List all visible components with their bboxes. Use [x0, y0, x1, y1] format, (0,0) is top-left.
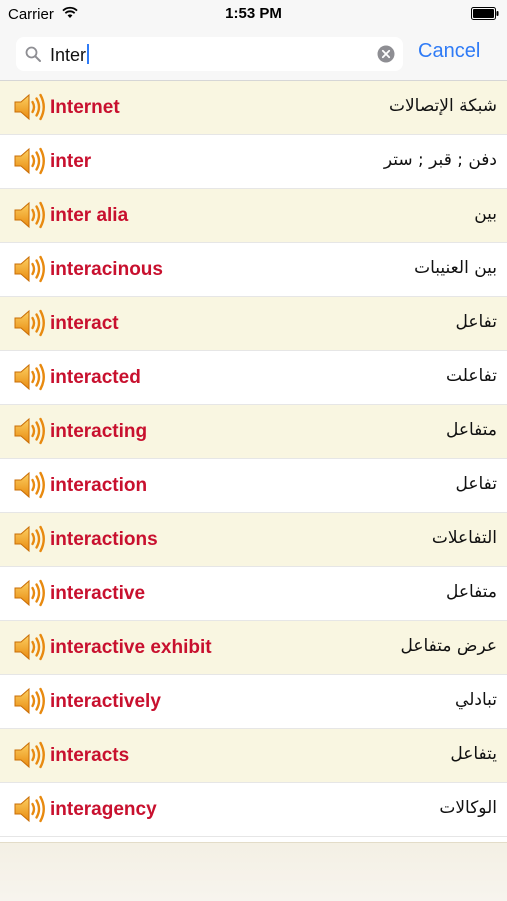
speaker-icon[interactable]: [13, 470, 47, 505]
speaker-icon[interactable]: [13, 308, 47, 343]
clear-icon[interactable]: [377, 45, 395, 68]
entry-word: interacinous: [50, 259, 163, 280]
battery-icon: [471, 7, 499, 24]
status-time: 1:53 PM: [225, 5, 282, 22]
entry-word: Internet: [50, 97, 120, 118]
speaker-icon[interactable]: [13, 740, 47, 775]
speaker-icon[interactable]: [13, 92, 47, 127]
speaker-icon[interactable]: [13, 416, 47, 451]
list-item[interactable]: interacted تفاعلت: [0, 351, 507, 405]
speaker-icon[interactable]: [13, 686, 47, 721]
list-item[interactable]: interactions التفاعلات: [0, 513, 507, 567]
speaker-icon[interactable]: [13, 146, 47, 181]
entry-word: inter alia: [50, 205, 129, 226]
search-bar: Inter Cancel: [0, 28, 507, 81]
list-item[interactable]: inter alia بين: [0, 189, 507, 243]
results-list: Internet شبكة الإتصالات inter دفن ; قبر …: [0, 81, 507, 837]
list-item[interactable]: Internet شبكة الإتصالات: [0, 81, 507, 135]
speaker-icon[interactable]: [13, 200, 47, 235]
entry-translation: يتفاعل: [450, 744, 497, 764]
entry-translation: متفاعل: [445, 420, 497, 440]
entry-translation: دفن ; قبر ; ستر: [383, 150, 497, 170]
list-item[interactable]: interacinous بين العنيبات: [0, 243, 507, 297]
entry-word: interagency: [50, 799, 157, 820]
entry-word: interacted: [50, 367, 141, 388]
list-item[interactable]: interaction تفاعل: [0, 459, 507, 513]
entry-translation: تفاعلت: [446, 366, 497, 386]
entry-word: interact: [50, 313, 119, 334]
entry-translation: تفاعل: [455, 312, 497, 332]
text-caret: [87, 44, 90, 64]
list-item[interactable]: interactive exhibit عرض متفاعل: [0, 621, 507, 675]
speaker-icon[interactable]: [13, 524, 47, 559]
entry-translation: تفاعل: [455, 474, 497, 494]
entry-translation: بين العنيبات: [414, 258, 497, 278]
list-item[interactable]: inter دفن ; قبر ; ستر: [0, 135, 507, 189]
entry-word: interactive: [50, 583, 146, 604]
entry-word: interactively: [50, 691, 161, 712]
entry-translation: الوكالات: [439, 798, 497, 818]
speaker-icon[interactable]: [13, 632, 47, 667]
entry-translation: شبكة الإتصالات: [388, 96, 497, 116]
list-item[interactable]: interagency الوكالات: [0, 783, 507, 837]
search-query-text: Inter: [50, 45, 87, 65]
status-bar: Carrier 1:53 PM: [0, 0, 507, 28]
list-item[interactable]: interact تفاعل: [0, 297, 507, 351]
search-input[interactable]: Inter: [16, 37, 403, 71]
list-item[interactable]: interactive متفاعل: [0, 567, 507, 621]
entry-translation: بين: [474, 204, 497, 224]
cancel-button[interactable]: Cancel: [418, 40, 480, 63]
list-item[interactable]: interactively تبادلي: [0, 675, 507, 729]
entry-word: interactions: [50, 529, 158, 550]
entry-translation: التفاعلات: [431, 528, 497, 548]
magnifier-icon: [25, 46, 41, 67]
entry-translation: تبادلي: [455, 690, 497, 710]
entry-word: interacts: [50, 745, 130, 766]
partial-row-fade: [0, 842, 507, 901]
search-query[interactable]: Inter: [50, 44, 90, 66]
list-item[interactable]: interacting متفاعل: [0, 405, 507, 459]
entry-word: interaction: [50, 475, 148, 496]
list-item[interactable]: interacts يتفاعل: [0, 729, 507, 783]
entry-word: interacting: [50, 421, 148, 442]
speaker-icon[interactable]: [13, 794, 47, 829]
entry-translation: عرض متفاعل: [400, 636, 497, 656]
entry-word: inter: [50, 151, 92, 172]
speaker-icon[interactable]: [13, 254, 47, 289]
entry-word: interactive exhibit: [50, 637, 212, 658]
speaker-icon[interactable]: [13, 362, 47, 397]
speaker-icon[interactable]: [13, 578, 47, 613]
entry-translation: متفاعل: [445, 582, 497, 602]
